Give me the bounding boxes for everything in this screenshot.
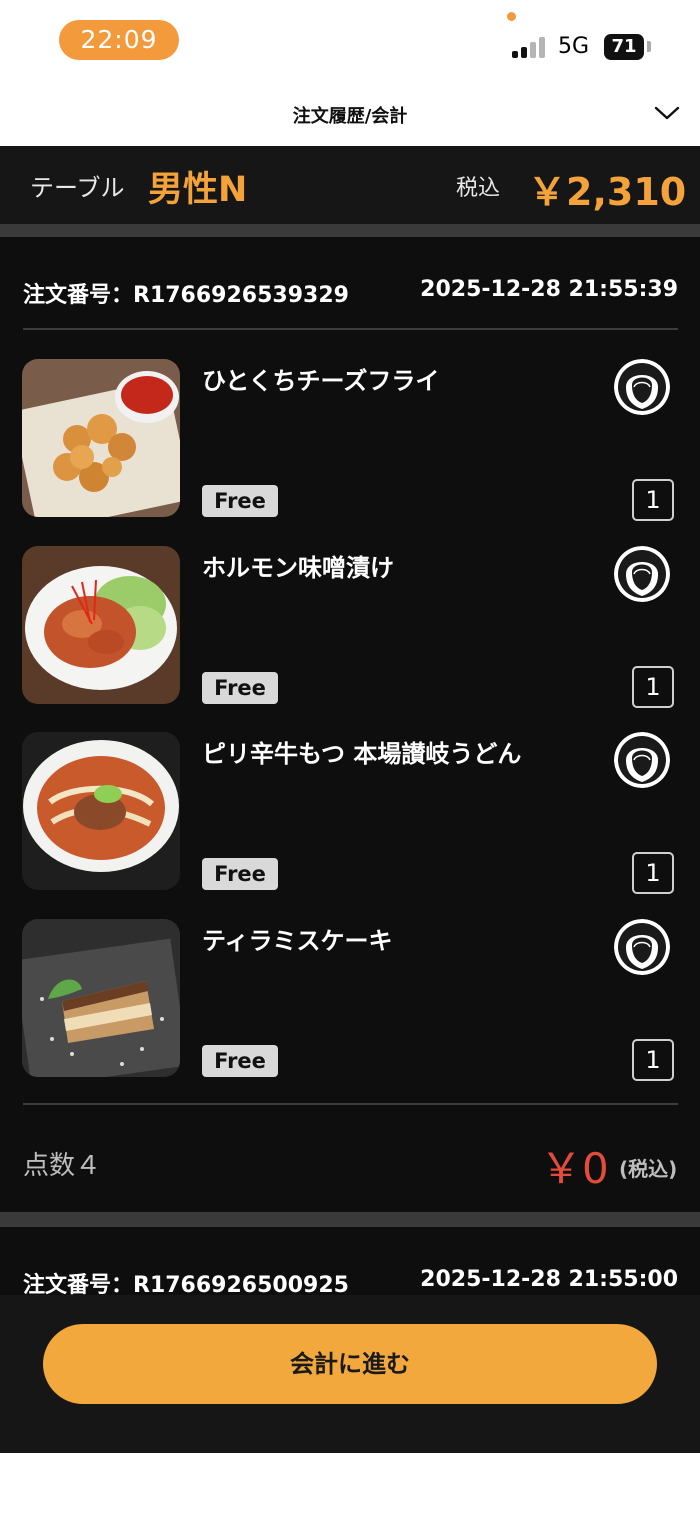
status-time: 22:09 (59, 20, 179, 60)
quantity-box: 1 (632, 666, 674, 708)
order-item[interactable]: ホルモン味噌漬け Free 1 (0, 546, 700, 708)
free-badge: Free (202, 485, 278, 517)
subtotal-tax-label: (税込) (619, 1157, 678, 1181)
item-count: 点数４ (23, 1151, 102, 1181)
user-avatar-icon (614, 359, 670, 415)
user-avatar-icon (614, 919, 670, 975)
cheese-fry-photo (22, 359, 180, 517)
order-subtotal: ￥0 (540, 1144, 609, 1193)
divider (23, 328, 678, 330)
table-name: 男性N (148, 170, 248, 210)
item-name: ピリ辛牛もつ 本場讃岐うどん (202, 740, 522, 768)
table-label: テーブル (30, 174, 125, 202)
battery-cap (647, 41, 651, 52)
item-name: ティラミスケーキ (202, 927, 393, 955)
order-number: 注文番号：R1766926539329 (23, 283, 349, 308)
order-item[interactable]: ピリ辛牛もつ 本場讃岐うどん Free 1 (0, 732, 700, 894)
table-summary-bar: テーブル 男性N 税込 ￥2,310 (0, 146, 700, 224)
free-badge: Free (202, 672, 278, 704)
signal-strength-icon (512, 36, 548, 58)
chevron-down-icon[interactable] (654, 102, 680, 122)
order-datetime: 2025-12-28 21:55:39 (420, 277, 678, 302)
battery-icon: 71 (604, 34, 644, 60)
checkout-button[interactable]: 会計に進む (43, 1324, 657, 1404)
divider (23, 1103, 678, 1105)
privacy-indicator-dot (507, 12, 516, 21)
status-bar: 22:09 5G 71 (0, 0, 700, 90)
horumon-photo (22, 546, 180, 704)
home-indicator-area (0, 1453, 700, 1514)
tiramisu-photo (22, 919, 180, 1077)
tax-included-label: 税込 (456, 176, 501, 201)
order-card: 注文番号：R1766926539329 2025-12-28 21:55:39 … (0, 237, 700, 1212)
user-avatar-icon (614, 732, 670, 788)
quantity-box: 1 (632, 479, 674, 521)
quantity-box: 1 (632, 852, 674, 894)
item-name: ホルモン味噌漬け (202, 554, 394, 582)
section-separator (0, 1212, 700, 1227)
user-avatar-icon (614, 546, 670, 602)
free-badge: Free (202, 858, 278, 890)
section-separator (0, 224, 700, 237)
udon-photo (22, 732, 180, 890)
order-card: 注文番号：R1766926500925 2025-12-28 21:55:00 (0, 1227, 700, 1295)
sheet-header: 注文履歴/会計 (0, 90, 700, 146)
order-number: 注文番号：R1766926500925 (23, 1273, 349, 1295)
order-item[interactable]: ひとくちチーズフライ Free 1 (0, 359, 700, 521)
checkout-footer: 会計に進む (0, 1295, 700, 1453)
network-type: 5G (558, 34, 590, 59)
total-amount: ￥2,310 (528, 170, 687, 214)
order-datetime: 2025-12-28 21:55:00 (420, 1267, 678, 1292)
item-name: ひとくちチーズフライ (202, 367, 440, 395)
quantity-box: 1 (632, 1039, 674, 1081)
page-title: 注文履歴/会計 (292, 106, 408, 127)
free-badge: Free (202, 1045, 278, 1077)
order-item[interactable]: ティラミスケーキ Free 1 (0, 919, 700, 1081)
